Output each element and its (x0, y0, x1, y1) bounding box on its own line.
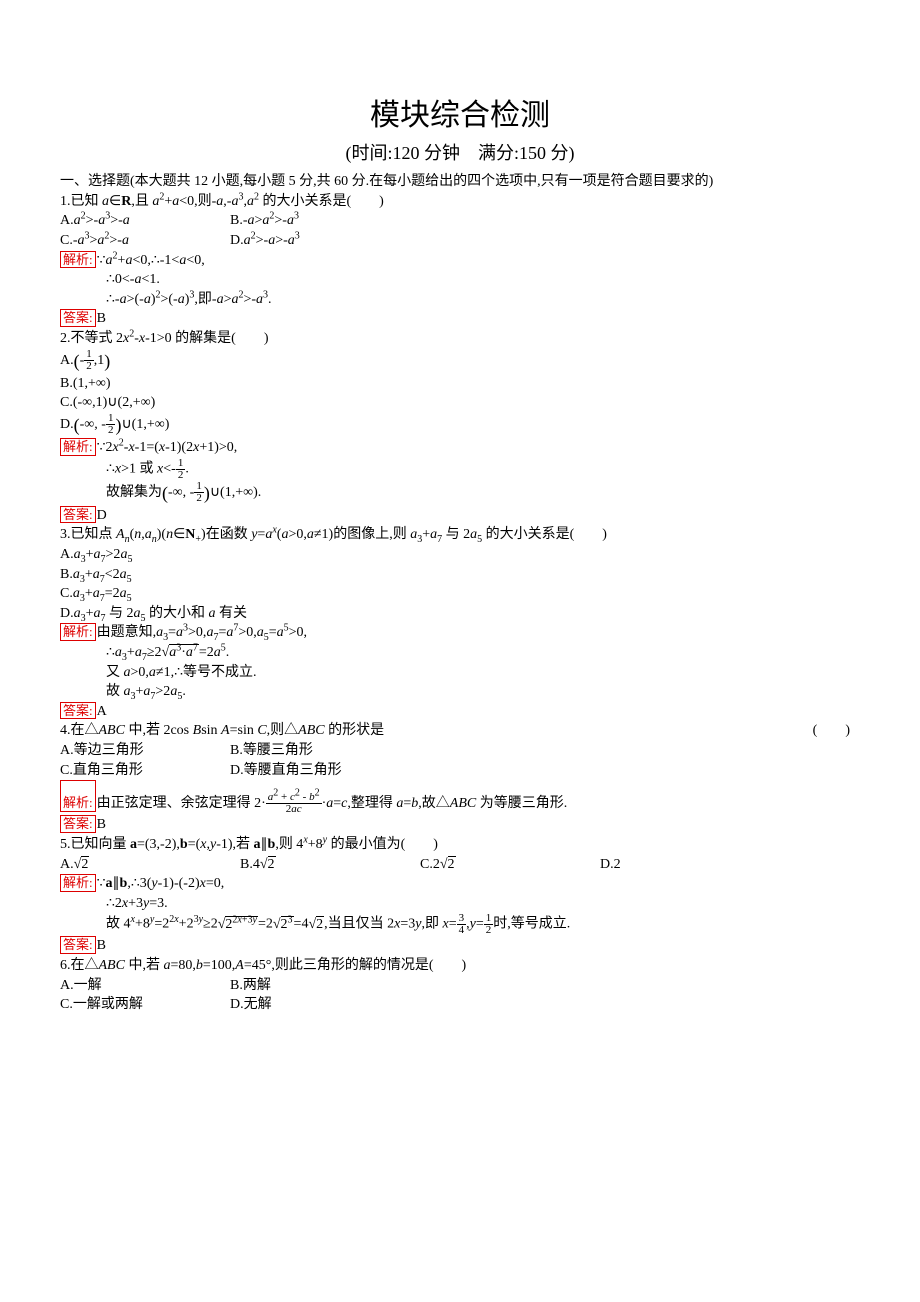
q2-analysis-3: 故解集为(-∞, -12)∪(1,+∞). (60, 481, 860, 506)
q2-opt-c: C.(-∞,1)∪(2,+∞) (60, 393, 860, 413)
page-title: 模块综合检测 (60, 95, 860, 137)
q5-answer: 答案:B (60, 936, 860, 956)
q2-stem: 2.不等式 2x2-x-1>0 的解集是( ) (60, 329, 860, 349)
q4-options-row1: A.等边三角形 B.等腰三角形 (60, 741, 860, 761)
q1-options-row1: A.a2>-a3>-a B.-a>a2>-a3 (60, 211, 860, 231)
q4-opt-c: C.直角三角形 (60, 761, 230, 781)
q1-answer: 答案:B (60, 309, 860, 329)
q2-opt-a: A.(-12,1) (60, 349, 860, 374)
section-header: 一、选择题(本大题共 12 小题,每小题 5 分,共 60 分.在每小题给出的四… (60, 172, 860, 192)
answer-label: 答案: (60, 309, 96, 327)
answer-label: 答案: (60, 815, 96, 833)
q3-analysis-1: 解析:由题意知,a3=a3>0,a7=a7>0,a5=a5>0, (60, 623, 860, 643)
q1-opt-d: D.a2>-a>-a3 (230, 231, 400, 251)
q5-options: A.2 B.42 C.22 D.2 (60, 855, 860, 875)
answer-label: 答案: (60, 936, 96, 954)
analysis-label: 解析: (60, 623, 96, 641)
q3-answer-value: A (97, 704, 107, 719)
q3-opt-d: D.a3+a7 与 2a5 的大小和 a 有关 (60, 604, 860, 624)
q3-stem: 3.已知点 An(n,an)(n∈N+)在函数 y=ax(a>0,a≠1)的图像… (60, 525, 860, 545)
page-subtitle: (时间:120 分钟 满分:150 分) (60, 141, 860, 166)
answer-label: 答案: (60, 702, 96, 720)
q1-analysis-1: 解析:∵a2+a<0,∴-1<a<0, (60, 251, 860, 271)
q3-answer: 答案:A (60, 702, 860, 722)
q5-analysis-1: 解析:∵a∥b,∴3(y-1)-(-2)x=0, (60, 874, 860, 894)
analysis-label: 解析: (60, 780, 96, 812)
q2-analysis-1: 解析:∵2x2-x-1=(x-1)(2x+1)>0, (60, 438, 860, 458)
q5-opt-d: D.2 (600, 855, 780, 875)
q4-options-row2: C.直角三角形 D.等腰直角三角形 (60, 761, 860, 781)
q4-opt-d: D.等腰直角三角形 (230, 761, 400, 781)
q3-opt-b: B.a3+a7<2a5 (60, 565, 860, 585)
q6-stem: 6.在△ABC 中,若 a=80,b=100,A=45°,则此三角形的解的情况是… (60, 956, 860, 976)
q2-opt-b: B.(1,+∞) (60, 374, 860, 394)
q5-answer-value: B (97, 938, 106, 953)
q1-options-row2: C.-a3>a2>-a D.a2>-a>-a3 (60, 231, 860, 251)
q3-opt-c: C.a3+a7=2a5 (60, 584, 860, 604)
q6-options-row1: A.一解 B.两解 (60, 976, 860, 996)
q4-opt-b: B.等腰三角形 (230, 741, 400, 761)
q1-analysis-3: ∴-a>(-a)2>(-a)3,即-a>a2>-a3. (60, 290, 860, 310)
q1-stem: 1.已知 a∈R,且 a2+a<0,则-a,-a3,a2 的大小关系是( ) (60, 192, 860, 212)
q5-opt-a: A.2 (60, 855, 240, 875)
q5-analysis-2: ∴2x+3y=3. (60, 894, 860, 914)
q4-opt-a: A.等边三角形 (60, 741, 230, 761)
q4-analysis: 解析:由正弦定理、余弦定理得 2·a2 + c2 - b22ac·a=c,整理得… (60, 780, 860, 815)
q4-answer-value: B (97, 817, 106, 832)
analysis-label: 解析: (60, 874, 96, 892)
q1-opt-b: B.-a>a2>-a3 (230, 211, 400, 231)
q6-opt-d: D.无解 (230, 995, 400, 1015)
q4-stem: 4.在△ABC 中,若 2cos Bsin A=sin C,则△ABC 的形状是… (60, 721, 860, 741)
q3-opt-a: A.a3+a7>2a5 (60, 545, 860, 565)
q3-analysis-3: 又 a>0,a≠1,∴等号不成立. (60, 663, 860, 683)
answer-label: 答案: (60, 506, 96, 524)
q6-options-row2: C.一解或两解 D.无解 (60, 995, 860, 1015)
analysis-label: 解析: (60, 438, 96, 456)
q3-analysis-2: ∴a3+a7≥2a3·a7=2a5. (60, 643, 860, 663)
q4-answer: 答案:B (60, 815, 860, 835)
q1-answer-value: B (97, 311, 106, 326)
q5-opt-c: C.22 (420, 855, 600, 875)
q6-opt-b: B.两解 (230, 976, 400, 996)
q2-opt-d: D.(-∞, -12)∪(1,+∞) (60, 413, 860, 438)
q1-analysis-2: ∴0<-a<1. (60, 270, 860, 290)
q1-opt-c: C.-a3>a2>-a (60, 231, 230, 251)
q5-opt-b: B.42 (240, 855, 420, 875)
q2-answer-value: D (97, 508, 107, 523)
q6-opt-a: A.一解 (60, 976, 230, 996)
q6-opt-c: C.一解或两解 (60, 995, 230, 1015)
q3-analysis-4: 故 a3+a7>2a5. (60, 682, 860, 702)
q5-stem: 5.已知向量 a=(3,-2),b=(x,y-1),若 a∥b,则 4x+8y … (60, 835, 860, 855)
q2-answer: 答案:D (60, 506, 860, 526)
q2-analysis-2: ∴x>1 或 x<-12. (60, 458, 860, 481)
analysis-label: 解析: (60, 251, 96, 269)
q5-analysis-3: 故 4x+8y=22x+23y≥222x+3y=223=42,当且仅当 2x=3… (60, 913, 860, 936)
q1-opt-a: A.a2>-a3>-a (60, 211, 230, 231)
